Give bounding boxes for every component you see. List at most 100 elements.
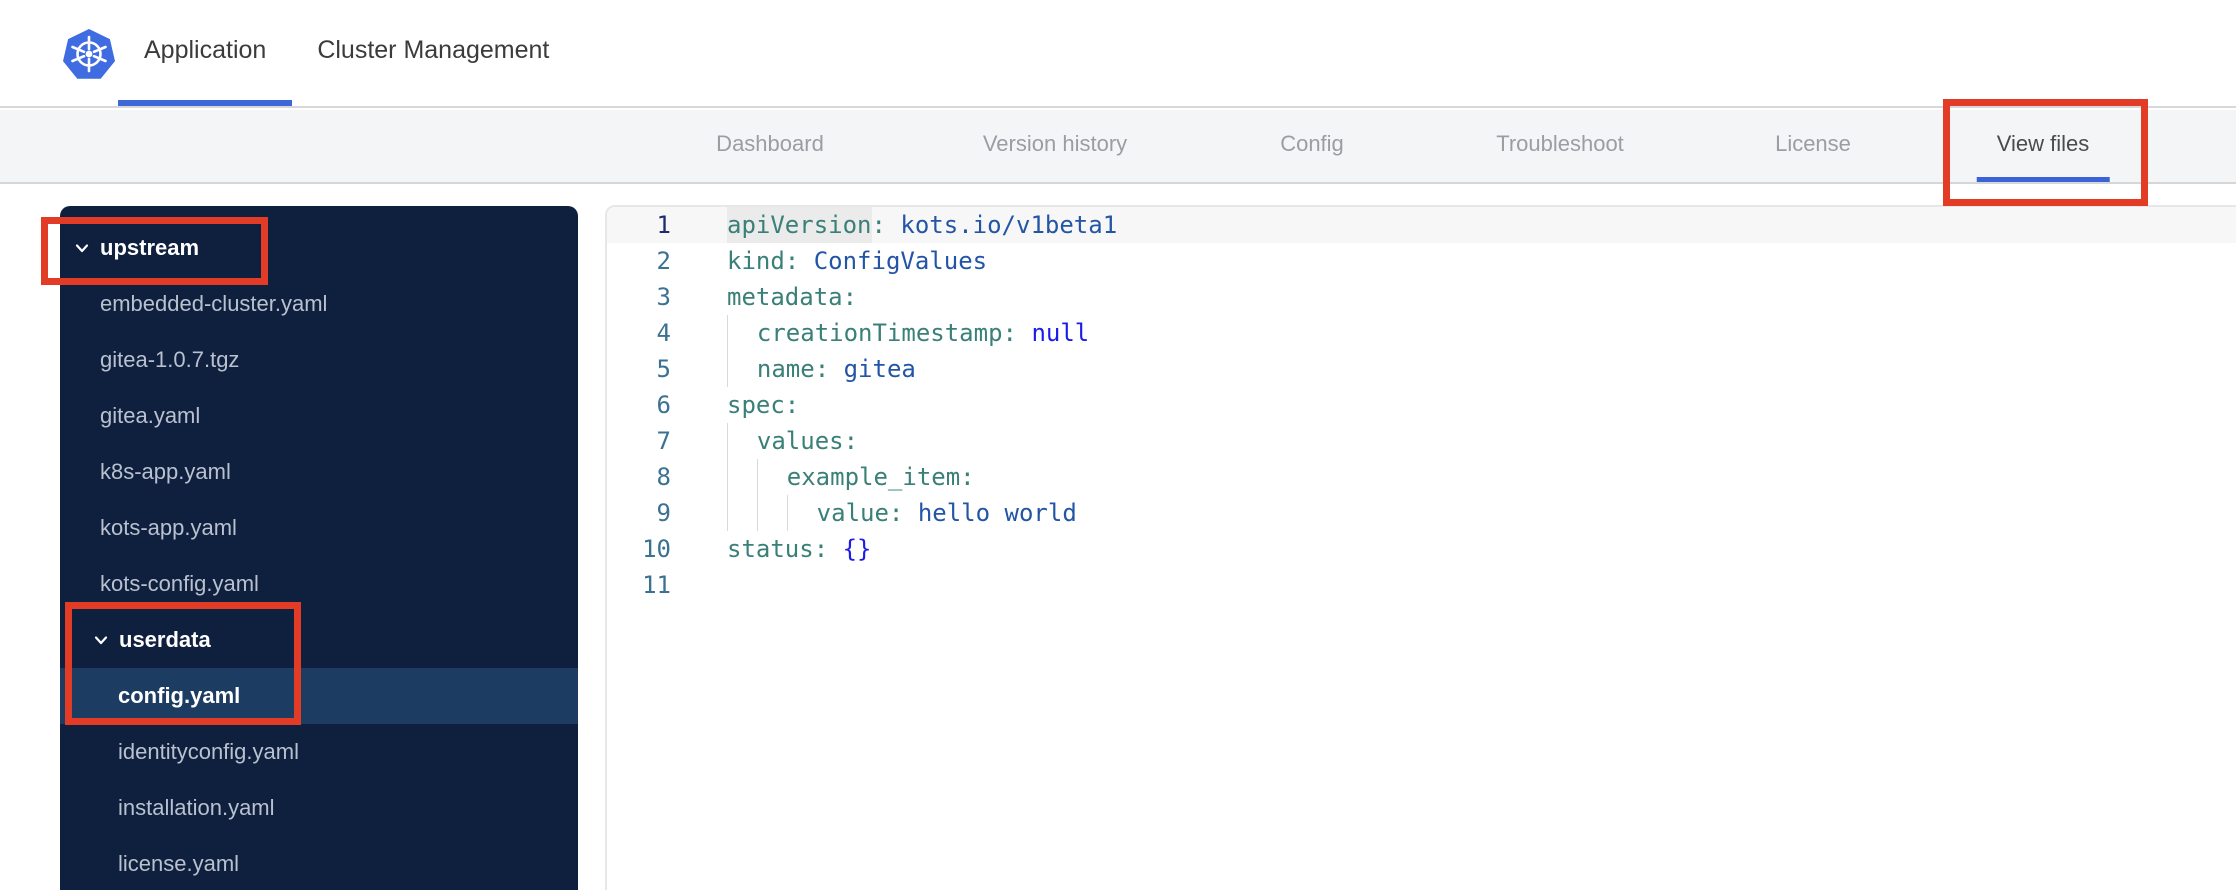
token-key: example_item	[786, 463, 961, 491]
token-val: gitea	[843, 355, 916, 383]
indent-guide	[727, 351, 757, 387]
token-key: kind	[727, 247, 785, 275]
file-config-yaml[interactable]: config.yaml	[60, 668, 578, 724]
token-key: spec	[727, 391, 785, 419]
token-val: ConfigValues	[813, 247, 988, 275]
file-k8s-app-yaml[interactable]: k8s-app.yaml	[60, 444, 578, 500]
code-text: values:	[727, 423, 858, 459]
token-pun: :	[784, 247, 814, 275]
nav-tab-label: Dashboard	[716, 130, 824, 156]
tab-application[interactable]: Application	[118, 0, 293, 106]
file-name: license.yaml	[118, 851, 240, 876]
file-tree-sidebar: upstream embedded-cluster.yaml gitea-1.0.7…	[60, 206, 578, 890]
file-name: embedded-cluster.yaml	[100, 291, 328, 316]
file-embedded-cluster-yaml[interactable]: embedded-cluster.yaml	[60, 276, 578, 332]
line-number: 7	[656, 427, 671, 455]
line-number: 1	[656, 211, 671, 239]
line-number: 9	[656, 499, 671, 527]
app-header: Application Cluster Management	[0, 0, 2236, 108]
app-subnav: Dashboard Version history Config Troublesho…	[0, 110, 2236, 184]
file-kots-config-yaml[interactable]: kots-config.yaml	[60, 556, 578, 612]
token-pun: :	[814, 355, 844, 383]
nav-tab-config[interactable]: Config	[1260, 110, 1364, 182]
code-text: value: hello world	[727, 495, 1077, 531]
file-editor-pane[interactable]: 1 apiVersion: kots.io/v1beta1 2 kind: Confi…	[605, 205, 2236, 890]
folder-upstream[interactable]: upstream	[60, 220, 578, 276]
file-name: identityconfig.yaml	[118, 739, 299, 764]
file-name: config.yaml	[118, 683, 241, 708]
code-line: 9 value: hello world	[607, 495, 2236, 531]
token-pun: :	[842, 283, 858, 311]
line-number: 10	[642, 535, 671, 563]
token-key: values	[756, 427, 844, 455]
nav-tab-label: View files	[1996, 130, 2090, 156]
code-text: status: {}	[727, 531, 872, 567]
token-key-hl: apiVersion	[727, 207, 872, 243]
file-kots-app-yaml[interactable]: kots-app.yaml	[60, 500, 578, 556]
indent-guide	[727, 423, 757, 459]
chevron-down-icon	[75, 244, 89, 253]
file-gitea-1-0-7-tgz[interactable]: gitea-1.0.7.tgz	[60, 332, 578, 388]
token-key: status	[727, 535, 814, 563]
token-key: metadata	[727, 283, 843, 311]
file-installation-yaml[interactable]: installation.yaml	[60, 780, 578, 836]
token-pun: :	[871, 211, 901, 239]
token-val: kots.io/v1beta1	[900, 211, 1118, 239]
chevron-down-icon	[94, 636, 108, 645]
nav-tab-license[interactable]: License	[1755, 110, 1871, 182]
file-identityconfig-yaml[interactable]: identityconfig.yaml	[60, 724, 578, 780]
token-key: creationTimestamp	[756, 319, 1003, 347]
nav-tab-label: Version history	[982, 130, 1128, 156]
code-line: 1 apiVersion: kots.io/v1beta1	[607, 207, 2236, 243]
code-text: kind: ConfigValues	[727, 243, 987, 279]
code-text: creationTimestamp: null	[727, 315, 1089, 351]
token-pun: :	[888, 499, 918, 527]
file-name: gitea.yaml	[100, 403, 201, 428]
code-line: 10 status: {}	[607, 531, 2236, 567]
tab-cluster-management[interactable]: Cluster Management	[317, 0, 549, 106]
nav-tab-label: Troubleshoot	[1496, 130, 1624, 156]
code-line: 4 creationTimestamp: null	[607, 315, 2236, 351]
line-number: 8	[656, 463, 671, 491]
token-atom: {}	[842, 535, 872, 563]
kots-admin-console: Application Cluster Management Dashboard…	[0, 0, 2236, 890]
token-key: value	[816, 499, 889, 527]
code-text: apiVersion: kots.io/v1beta1	[727, 207, 1117, 243]
line-number: 4	[656, 319, 671, 347]
file-gitea-yaml[interactable]: gitea.yaml	[60, 388, 578, 444]
token-pun: :	[813, 535, 843, 563]
nav-tab-view-files[interactable]: View files	[1976, 110, 2110, 182]
code-text: example_item:	[727, 459, 975, 495]
indent-guide	[756, 495, 787, 531]
indent-guide	[786, 495, 817, 531]
line-number: 11	[642, 571, 671, 599]
folder-name: upstream	[100, 235, 200, 260]
folder-userdata[interactable]: userdata	[60, 612, 578, 668]
token-pun: :	[784, 391, 800, 419]
tab-cluster-management-label: Cluster Management	[317, 35, 550, 64]
token-key: name	[756, 355, 815, 383]
line-number: 2	[656, 247, 671, 275]
indent-guide	[727, 495, 757, 531]
code-line: 7 values:	[607, 423, 2236, 459]
token-val: hello world	[917, 499, 1077, 527]
token-atom: null	[1031, 319, 1090, 347]
line-number: 6	[656, 391, 671, 419]
nav-tab-version-history[interactable]: Version history	[963, 110, 1147, 182]
nav-tab-label: License	[1775, 130, 1851, 156]
code-text: spec:	[727, 387, 799, 423]
header-tabs: Application Cluster Management	[118, 0, 549, 106]
line-number: 3	[656, 283, 671, 311]
code-line: 3 metadata:	[607, 279, 2236, 315]
token-pun: :	[843, 427, 859, 455]
line-number: 5	[656, 355, 671, 383]
code-line: 5 name: gitea	[607, 351, 2236, 387]
code-line: 2 kind: ConfigValues	[607, 243, 2236, 279]
nav-tab-troubleshoot[interactable]: Troubleshoot	[1476, 110, 1644, 182]
nav-tab-dashboard[interactable]: Dashboard	[696, 110, 844, 182]
file-license-yaml[interactable]: license.yaml	[60, 836, 578, 890]
token-pun: :	[960, 463, 975, 491]
token-pun: :	[1002, 319, 1032, 347]
nav-tab-label: Config	[1280, 130, 1344, 156]
code-text: name: gitea	[727, 351, 916, 387]
